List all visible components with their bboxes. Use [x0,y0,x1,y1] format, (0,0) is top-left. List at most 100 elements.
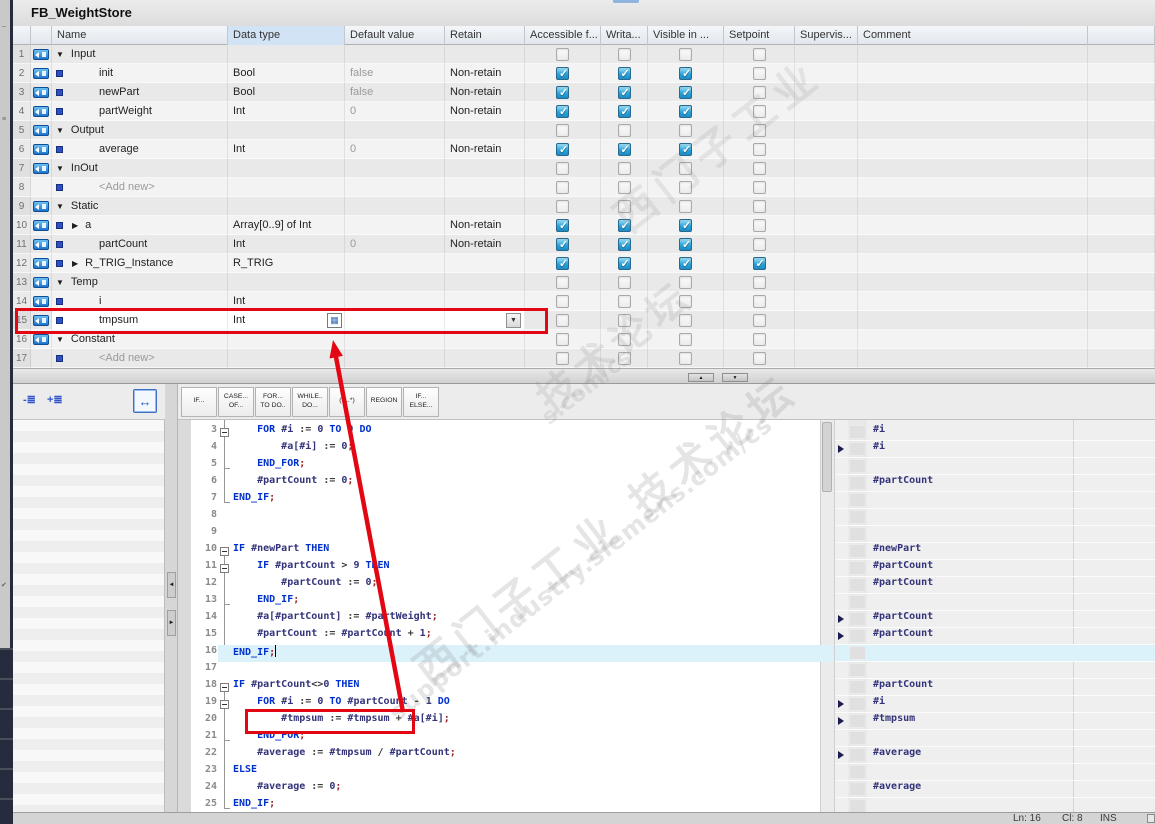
checkbox-accessible[interactable] [556,123,569,137]
table-row-i[interactable]: 14 i Int [13,292,1155,311]
checkbox-visible[interactable] [679,294,692,308]
snippet-button-for[interactable]: FOR... TO DO.. [255,386,291,417]
expand-list-icon[interactable]: +≣ [47,393,63,406]
section-collapse-icon[interactable]: ▼ [56,202,64,211]
outline-list[interactable] [13,420,164,812]
checkbox-writable[interactable] [617,199,631,213]
table-row-r-trig-instance[interactable]: 12 ▶ R_TRIG_Instance R_TRIG [13,254,1155,273]
checkbox-writable[interactable] [617,123,631,137]
code-line-14[interactable]: #a[#partCount] := #partWeight; [233,611,438,628]
code-line-24[interactable]: #average := 0; [233,781,341,798]
checkbox-visible[interactable] [679,313,692,327]
checkbox-accessible[interactable] [556,104,569,118]
section-collapse-icon[interactable]: ▼ [56,278,64,287]
datatype-selector-button[interactable]: ▦ [327,312,342,328]
checkbox-setpoint[interactable] [752,199,766,213]
section-collapse-icon[interactable]: ▼ [56,50,64,59]
checkbox-writable[interactable] [617,351,631,365]
scl-code-area[interactable]: #i #i #partCount #newPart #partCount #partCou… [178,420,1155,812]
code-line-19[interactable]: FOR #i := 0 TO #partCount - 1 DO [233,696,450,713]
code-line-5[interactable]: END_FOR; [233,458,305,475]
checkbox-writable[interactable] [617,294,631,308]
checkbox-accessible[interactable] [556,275,569,289]
snippet-button-if[interactable]: IF... ELSE... [403,386,439,417]
code-line-11[interactable]: IF #partCount > 9 THEN [233,560,389,577]
snippet-button-if[interactable]: IF... [181,386,217,417]
section-collapse-icon[interactable]: ▼ [56,164,64,173]
checkbox-accessible[interactable] [556,351,569,365]
checkbox-setpoint[interactable] [752,161,766,175]
section-collapse-icon[interactable]: ▼ [56,126,64,135]
fold-collapse-icon[interactable] [220,700,229,709]
table-row-input[interactable]: 1 ▼ Input [13,45,1155,64]
table-row-average[interactable]: 6 average Int 0 Non-retain [13,140,1155,159]
column-header-writa-[interactable]: Writa... [601,26,648,45]
code-line-23[interactable]: ELSE [233,764,257,781]
snippet-button-region[interactable]: REGION [366,386,402,417]
column-header-visible-in-[interactable]: Visible in ... [648,26,724,45]
checkbox-visible[interactable] [679,123,692,137]
splitter-down-button[interactable]: ▼ [722,373,748,382]
column-header-data-type[interactable]: Data type [228,26,345,45]
collapse-left-handle[interactable]: ◄ [167,572,176,598]
checkbox-visible[interactable] [679,180,692,194]
checkbox-accessible[interactable] [556,332,569,346]
code-line-7[interactable]: END_IF; [233,492,275,509]
code-line-12[interactable]: #partCount := 0; [233,577,377,594]
checkbox-setpoint[interactable] [752,123,766,137]
checkbox-visible[interactable] [679,351,692,365]
checkbox-accessible[interactable] [556,180,569,194]
checkbox-setpoint[interactable] [752,47,766,61]
table-row--add-new-[interactable]: 8 <Add new> [13,178,1155,197]
checkbox-visible[interactable] [679,237,692,251]
code-line-15[interactable]: #partCount := #partCount + 1; [233,628,432,645]
column-header-retain[interactable]: Retain [445,26,525,45]
splitter-up-button[interactable]: ▲ [688,373,714,382]
table-row-newpart[interactable]: 3 newPart Bool false Non-retain [13,83,1155,102]
checkbox-setpoint[interactable] [752,294,766,308]
section-collapse-icon[interactable]: ▼ [56,335,64,344]
checkbox-setpoint[interactable] [752,313,766,327]
code-line-21[interactable]: END_FOR; [233,730,305,747]
row-expand-icon[interactable]: ▶ [72,221,78,230]
checkbox-visible[interactable] [679,104,692,118]
checkbox-accessible[interactable] [556,218,569,232]
checkbox-accessible[interactable] [556,237,569,251]
checkbox-writable[interactable] [617,313,631,327]
table-row-tmpsum[interactable]: 15 tmpsum Int ▦ ▼ [13,311,1155,330]
checkbox-accessible[interactable] [556,47,569,61]
table-row-partcount[interactable]: 11 partCount Int 0 Non-retain [13,235,1155,254]
table-row-partweight[interactable]: 4 partWeight Int 0 Non-retain [13,102,1155,121]
checkbox-writable[interactable] [617,47,631,61]
column-header-accessible-f-[interactable]: Accessible f... [525,26,601,45]
checkbox-setpoint[interactable] [752,104,766,118]
checkbox-visible[interactable] [679,142,692,156]
fold-collapse-icon[interactable] [220,547,229,556]
horizontal-splitter[interactable]: ▲ ▼ [13,368,1155,384]
code-line-22[interactable]: #average := #tmpsum / #partCount; [233,747,456,764]
code-line-20[interactable]: #tmpsum := #tmpsum + #a[#i]; [233,713,450,730]
row-expand-icon[interactable]: ▶ [72,259,78,268]
checkbox-writable[interactable] [617,180,631,194]
checkbox-accessible[interactable] [556,313,569,327]
checkbox-accessible[interactable] [556,199,569,213]
checkbox-setpoint[interactable] [752,256,766,270]
checkbox-writable[interactable] [617,275,631,289]
checkbox-setpoint[interactable] [752,275,766,289]
checkbox-accessible[interactable] [556,294,569,308]
code-line-3[interactable]: FOR #i := 0 TO 9 DO [233,424,371,441]
snippet-button-while[interactable]: WHILE.. DO... [292,386,328,417]
table-row-output[interactable]: 5 ▼ Output [13,121,1155,140]
checkbox-visible[interactable] [679,199,692,213]
scrollbar-thumb[interactable] [822,422,832,492]
checkbox-setpoint[interactable] [752,237,766,251]
breakpoint-gutter[interactable] [178,420,191,812]
checkbox-visible[interactable] [679,218,692,232]
checkbox-visible[interactable] [679,66,692,80]
table-row-static[interactable]: 9 ▼ Static [13,197,1155,216]
column-header-default-value[interactable]: Default value [345,26,445,45]
checkbox-writable[interactable] [617,104,631,118]
code-line-13[interactable]: END_IF; [233,594,299,611]
checkbox-setpoint[interactable] [752,85,766,99]
default-value-dropdown-button[interactable]: ▼ [506,312,521,328]
